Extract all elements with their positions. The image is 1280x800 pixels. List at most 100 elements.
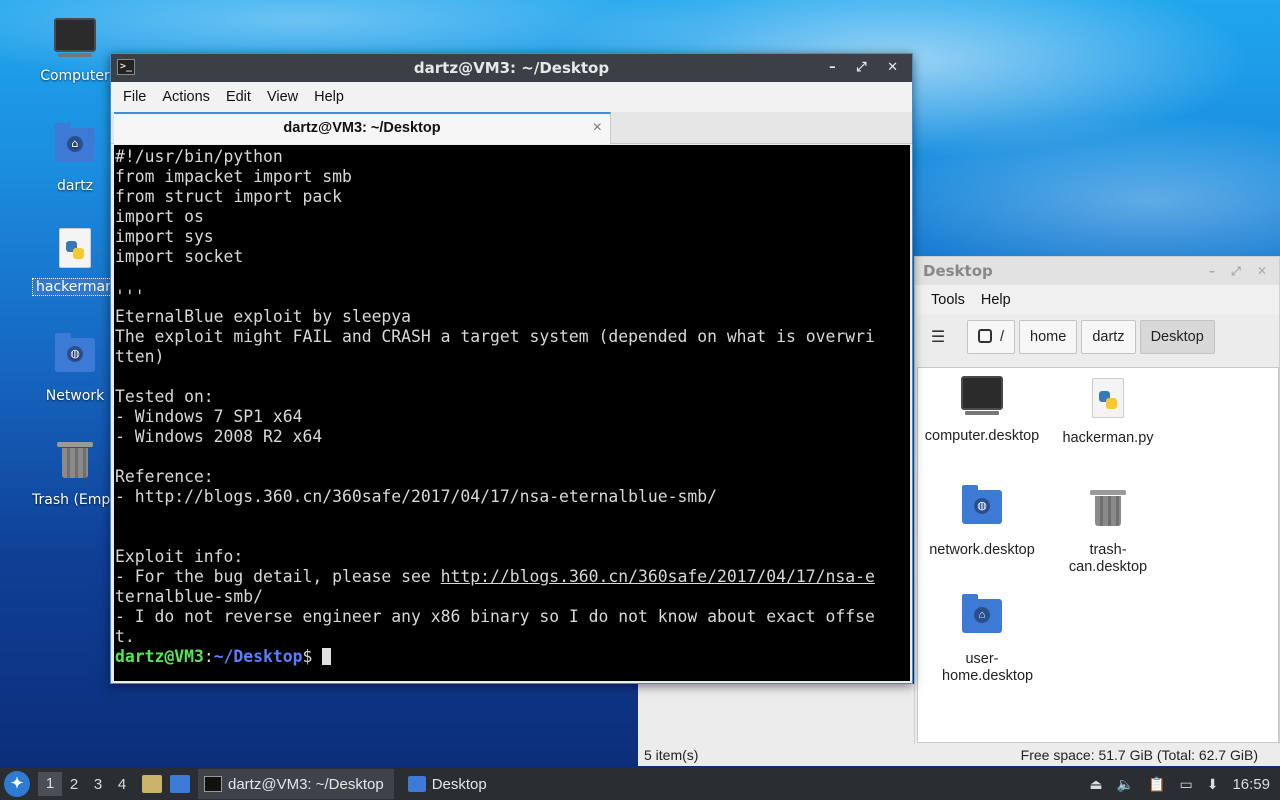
file-item[interactable]: ◍ network.desktop bbox=[920, 484, 1044, 559]
file-manager-title: Desktop bbox=[923, 262, 993, 280]
home-folder-icon: ⌂ bbox=[53, 123, 97, 172]
file-view[interactable]: computer.desktop hackerman.py ◍ network.… bbox=[917, 367, 1279, 743]
window-controls[interactable]: – ⤢ ✕ bbox=[829, 54, 906, 82]
terminal-tab[interactable]: dartz@VM3: ~/Desktop × bbox=[114, 112, 611, 144]
breadcrumb-root[interactable]: / bbox=[967, 320, 1016, 354]
text-cursor bbox=[322, 648, 332, 665]
start-menu-icon[interactable]: ✦ bbox=[4, 771, 30, 797]
menu-help[interactable]: Help bbox=[306, 89, 352, 105]
terminal-line: import socket bbox=[115, 247, 244, 266]
status-item-count: 5 item(s) bbox=[638, 744, 914, 766]
terminal-app-icon[interactable]: >_ bbox=[117, 59, 135, 75]
path-bar: ☰ / home dartz Desktop bbox=[915, 315, 1279, 359]
list-view-icon[interactable]: ☰ bbox=[927, 326, 949, 348]
tab-label: dartz@VM3: ~/Desktop bbox=[283, 120, 441, 136]
prompt-end: $ bbox=[302, 647, 313, 666]
menu-tools[interactable]: Tools bbox=[923, 292, 973, 308]
network-folder-icon: ◍ bbox=[920, 485, 1044, 534]
terminal-line: Exploit info: bbox=[115, 547, 244, 566]
terminal-line: EternalBlue exploit by sleepya bbox=[115, 307, 412, 326]
terminal-icon bbox=[204, 776, 222, 792]
file-item[interactable]: hackerman.py bbox=[1046, 376, 1170, 447]
volume-icon[interactable]: 🔈 bbox=[1117, 776, 1134, 793]
file-name: network.desktop bbox=[929, 542, 1035, 558]
terminal-menubar: File Actions Edit View Help bbox=[111, 82, 912, 112]
eject-icon[interactable]: ⏏ bbox=[1089, 776, 1102, 793]
file-manager-menubar: Tools Help bbox=[915, 285, 1279, 315]
menu-help[interactable]: Help bbox=[973, 292, 1019, 308]
network-icon[interactable]: ▭ bbox=[1179, 776, 1192, 793]
terminal-line: ternalblue-smb/ bbox=[115, 587, 264, 606]
desktop-icon-label: Trash (Empty) bbox=[32, 492, 118, 508]
task-file-manager[interactable]: Desktop bbox=[402, 769, 497, 799]
menu-file[interactable]: File bbox=[115, 89, 154, 105]
workspace-4[interactable]: 4 bbox=[110, 776, 134, 793]
file-item[interactable]: computer.desktop bbox=[920, 376, 1044, 445]
terminal-line: The exploit might FAIL and CRASH a targe… bbox=[115, 327, 875, 346]
workspace-2[interactable]: 2 bbox=[62, 776, 86, 793]
folder-icon bbox=[407, 776, 426, 792]
workspace-3[interactable]: 3 bbox=[86, 776, 110, 793]
python-file-icon bbox=[53, 228, 97, 272]
terminal-line: Reference: bbox=[115, 467, 214, 486]
status-free-space: Free space: 51.7 GiB (Total: 62.7 GiB) bbox=[914, 744, 1280, 766]
file-manager-launcher-icon[interactable] bbox=[142, 775, 162, 793]
drive-icon bbox=[978, 329, 992, 343]
prompt-sep: : bbox=[203, 647, 214, 666]
file-manager-shadow-area bbox=[638, 684, 914, 744]
terminal-text: - For the bug detail, please see bbox=[115, 567, 441, 586]
terminal-titlebar[interactable]: >_ dartz@VM3: ~/Desktop – ⤢ ✕ bbox=[111, 54, 912, 82]
breadcrumb-desktop[interactable]: Desktop bbox=[1139, 320, 1215, 354]
breadcrumb-label: / bbox=[1000, 329, 1005, 345]
menu-edit[interactable]: Edit bbox=[218, 89, 259, 105]
terminal-line: #!/usr/bin/python bbox=[115, 147, 283, 166]
network-folder-icon: ◍ bbox=[53, 333, 97, 382]
tab-bar: dartz@VM3: ~/Desktop × bbox=[111, 112, 912, 144]
task-label: dartz@VM3: ~/Desktop bbox=[228, 775, 384, 793]
file-name: computer.desktop bbox=[924, 428, 1040, 444]
trash-icon bbox=[1046, 490, 1170, 534]
desktop-icon-label: dartz bbox=[56, 178, 94, 194]
terminal-line: t. bbox=[115, 627, 135, 646]
window-controls[interactable]: – ⤢ ✕ bbox=[1209, 257, 1273, 285]
file-manager-titlebar[interactable]: Desktop – ⤢ ✕ bbox=[915, 257, 1279, 285]
desktop-icon-label: Network bbox=[45, 388, 105, 404]
window-title: dartz@VM3: ~/Desktop bbox=[413, 59, 610, 77]
file-item[interactable]: trash-can.desktop bbox=[1046, 484, 1170, 576]
task-terminal[interactable]: dartz@VM3: ~/Desktop bbox=[198, 769, 394, 799]
terminal-line: - For the bug detail, please see http://… bbox=[115, 567, 908, 587]
system-tray: ⏏ 🔈 📋 ▭ ⬇ 16:59 bbox=[1089, 768, 1280, 800]
clock[interactable]: 16:59 bbox=[1232, 776, 1270, 793]
show-desktop-icon[interactable] bbox=[170, 775, 190, 793]
clipboard-icon[interactable]: 📋 bbox=[1148, 776, 1165, 793]
menu-actions[interactable]: Actions bbox=[154, 89, 218, 105]
home-folder-icon: ⌂ bbox=[920, 594, 1044, 643]
computer-icon bbox=[53, 18, 97, 62]
terminal-output[interactable]: #!/usr/bin/python from impacket import sm… bbox=[114, 145, 910, 681]
terminal-line: tten) bbox=[115, 347, 165, 366]
task-label: Desktop bbox=[431, 775, 487, 793]
bug-detail-link[interactable]: http://blogs.360.cn/360safe/2017/04/17/n… bbox=[441, 567, 875, 586]
update-notifier-icon[interactable]: ⬇ bbox=[1207, 776, 1219, 793]
breadcrumb-home[interactable]: home bbox=[1019, 320, 1078, 354]
terminal-prompt: dartz@VM3:~/Desktop$ bbox=[115, 647, 908, 667]
terminal-window: >_ dartz@VM3: ~/Desktop – ⤢ ✕ File Actio… bbox=[110, 53, 913, 684]
workspace-1[interactable]: 1 bbox=[38, 772, 62, 796]
breadcrumb-dartz[interactable]: dartz bbox=[1081, 320, 1136, 354]
taskbar: ✦ 1 2 3 4 dartz@VM3: ~/Desktop Desktop ⏏… bbox=[0, 768, 1280, 800]
close-tab-icon[interactable]: × bbox=[593, 114, 602, 142]
file-item[interactable]: ⌂ user-home.desktop bbox=[920, 593, 1044, 685]
terminal-line: import sys bbox=[115, 227, 214, 246]
monitor-icon bbox=[920, 376, 1044, 420]
desktop-icon-label: hackerman.py bbox=[32, 278, 118, 296]
terminal-line: ''' bbox=[115, 287, 145, 306]
menu-view[interactable]: View bbox=[259, 89, 306, 105]
file-name: trash-can.desktop bbox=[1068, 542, 1148, 575]
terminal-line: Tested on: bbox=[115, 387, 214, 406]
terminal-line: - Windows 7 SP1 x64 bbox=[115, 407, 303, 426]
